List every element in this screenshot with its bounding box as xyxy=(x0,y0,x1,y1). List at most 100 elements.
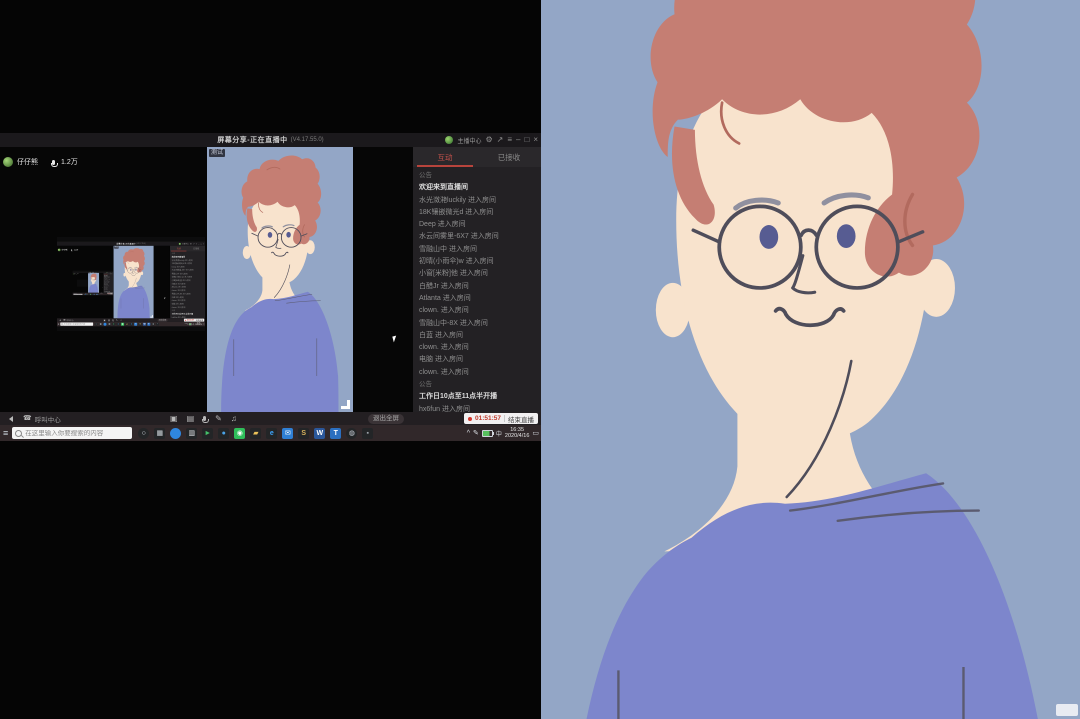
pen-icon[interactable]: ✎ xyxy=(186,323,188,325)
notification-icon[interactable]: ▭ xyxy=(532,429,539,437)
clock-app-icon[interactable]: ● xyxy=(218,428,229,439)
mic-toggle-icon[interactable] xyxy=(113,319,114,320)
clock[interactable]: 16:35 2020/4/16 xyxy=(195,322,202,325)
mail-icon[interactable]: ✉ xyxy=(134,323,137,326)
pen-icon[interactable]: ✎ xyxy=(473,429,479,437)
start-button[interactable]: ≡ xyxy=(3,425,8,441)
store-icon[interactable]: ▥ xyxy=(108,323,111,326)
image-icon[interactable]: ▤ xyxy=(187,414,195,423)
ime-indicator[interactable]: 中 xyxy=(193,323,195,325)
store-icon[interactable]: ▥ xyxy=(186,428,197,439)
tray-expand-icon[interactable]: ^ xyxy=(467,430,470,437)
steam-icon[interactable]: S xyxy=(139,323,142,326)
screen-share-icon[interactable]: ▣ xyxy=(170,414,178,423)
search-input[interactable] xyxy=(74,294,81,295)
minimize-button[interactable]: – xyxy=(516,133,520,147)
folder-icon[interactable]: ▰ xyxy=(250,428,261,439)
call-label[interactable]: 呼叫中心 xyxy=(35,414,61,424)
right-eye xyxy=(837,224,856,248)
message-list[interactable]: 公告欢迎来到直播间水光潋滟luckily 进入房间18K镶嵌微光d 进入房间De… xyxy=(170,251,205,318)
phone-icon: ☎ xyxy=(23,412,32,425)
battery-icon xyxy=(482,430,493,437)
edge-icon[interactable]: e xyxy=(130,323,133,326)
avatar-fullview xyxy=(541,0,1080,719)
cortana-icon[interactable]: ○ xyxy=(138,428,149,439)
exit-fullscreen-button[interactable]: 退出全屏 xyxy=(368,414,404,424)
app-icon[interactable]: ▪ xyxy=(362,428,373,439)
folder-icon[interactable]: ▰ xyxy=(125,323,128,326)
message-list[interactable]: 公告欢迎来到直播间水光潋滟luckily 进入房间18K镶嵌微光d 进入房间De… xyxy=(104,274,114,292)
avatar-illustration-small xyxy=(114,246,154,319)
app-icon[interactable]: ▪ xyxy=(156,323,159,326)
host-name: 仔仔熊 xyxy=(62,249,68,252)
viewer-count: 1.2万 xyxy=(74,249,79,252)
chat-tabs: 互动 已接收 xyxy=(104,273,114,274)
desktop-capture: 屏幕分享-正在直播中 (V4.17.55.0) 主播中心 ⚙ ↗ ≡ – □ × xyxy=(0,0,541,719)
close-button[interactable]: × xyxy=(533,133,538,147)
account-avatar[interactable] xyxy=(445,136,453,144)
tab-received[interactable]: 已接收 xyxy=(477,147,541,167)
recursive-screenshot: 屏幕分享-正在直播中 (V4.17.55.0) 主播中心 ⚙ ↗ ≡ – □ × xyxy=(57,237,205,331)
monitor-area: 屏幕分享-正在直播中 (V4.17.55.0) 主播中心 ⚙ ↗ ≡ – □ × xyxy=(0,133,541,441)
maximize-button[interactable]: □ xyxy=(524,133,529,147)
share-icon[interactable]: ↗ xyxy=(497,133,504,147)
qq-icon[interactable] xyxy=(104,323,107,326)
edit-icon[interactable]: ✎ xyxy=(215,414,222,423)
battery-icon xyxy=(189,323,192,325)
search-box[interactable] xyxy=(12,427,132,439)
clock[interactable]: 16:35 2020/4/16 xyxy=(505,427,529,439)
host-name: 仔仔熊 xyxy=(74,274,76,275)
teams-icon[interactable]: T xyxy=(330,428,341,439)
wechat-icon[interactable]: ◉ xyxy=(234,428,245,439)
expand-icon[interactable] xyxy=(150,315,152,317)
divider xyxy=(504,415,505,422)
edge-icon[interactable]: e xyxy=(266,428,277,439)
steam-icon[interactable]: S xyxy=(298,428,309,439)
clock-app-icon[interactable]: ● xyxy=(117,323,120,326)
media-player-icon[interactable]: ► xyxy=(202,428,213,439)
end-stream-button[interactable]: 结束直播 xyxy=(508,414,534,424)
search-box[interactable] xyxy=(74,294,83,295)
media-player-icon[interactable]: ► xyxy=(112,323,115,326)
start-button[interactable]: ≡ xyxy=(58,322,59,326)
speaker-icon[interactable] xyxy=(6,416,13,422)
host-name: 仔仔熊 xyxy=(17,157,38,167)
browser-icon[interactable]: ◍ xyxy=(152,323,155,326)
word-icon[interactable]: W xyxy=(314,428,325,439)
mic-toggle-icon[interactable] xyxy=(203,416,206,421)
chat-tabs: 互动 已接收 xyxy=(170,246,205,251)
tab-received[interactable]: 已接收 xyxy=(188,246,205,251)
host-avatar[interactable] xyxy=(58,249,61,252)
tab-interact[interactable]: 互动 xyxy=(413,147,477,167)
task-view-icon[interactable]: ▦ xyxy=(154,428,165,439)
notice-label: 公告 xyxy=(419,170,535,182)
task-view-icon[interactable]: ▦ xyxy=(99,323,102,326)
cortana-icon[interactable]: ○ xyxy=(95,323,98,326)
settings-icon[interactable]: ⚙ xyxy=(485,133,492,147)
qq-icon[interactable] xyxy=(170,428,181,439)
speaker-icon[interactable] xyxy=(59,319,61,321)
teams-icon[interactable]: T xyxy=(147,323,150,326)
wechat-icon[interactable]: ◉ xyxy=(121,323,124,326)
message-list[interactable]: 公告欢迎来到直播间水光潋滟luckily 进入房间18K镶嵌微光d 进入房间De… xyxy=(413,167,541,412)
host-avatar[interactable] xyxy=(3,157,13,167)
expand-icon[interactable] xyxy=(341,400,350,409)
avatar-illustration-small xyxy=(88,273,99,293)
ime-indicator[interactable]: 中 xyxy=(496,429,502,438)
word-icon[interactable]: W xyxy=(143,323,146,326)
app-icon[interactable]: ▪ xyxy=(100,294,101,295)
account-avatar[interactable] xyxy=(179,243,181,245)
tab-interact[interactable]: 互动 xyxy=(170,246,188,251)
taskbar-icons: ○ ▦ ▥ ► ● ◉ ▰ e ✉ SWT ◍ ▪ xyxy=(138,428,373,439)
search-box[interactable] xyxy=(60,322,93,325)
music-icon[interactable]: ♫ xyxy=(231,414,237,423)
mail-icon[interactable]: ✉ xyxy=(282,428,293,439)
recording-dot xyxy=(468,417,472,421)
browser-icon[interactable]: ◍ xyxy=(346,428,357,439)
tab-received[interactable]: 已接收 xyxy=(108,273,113,274)
notification-icon[interactable]: ▭ xyxy=(203,323,205,325)
menu-icon[interactable]: ≡ xyxy=(507,133,512,147)
search-input[interactable] xyxy=(64,323,91,325)
search-input[interactable] xyxy=(25,430,125,437)
main-area: 仔仔熊 1.2万 屏幕分享-正在直播中 (V4.17.55.0) 主播中心 ⚙ … xyxy=(57,246,205,319)
